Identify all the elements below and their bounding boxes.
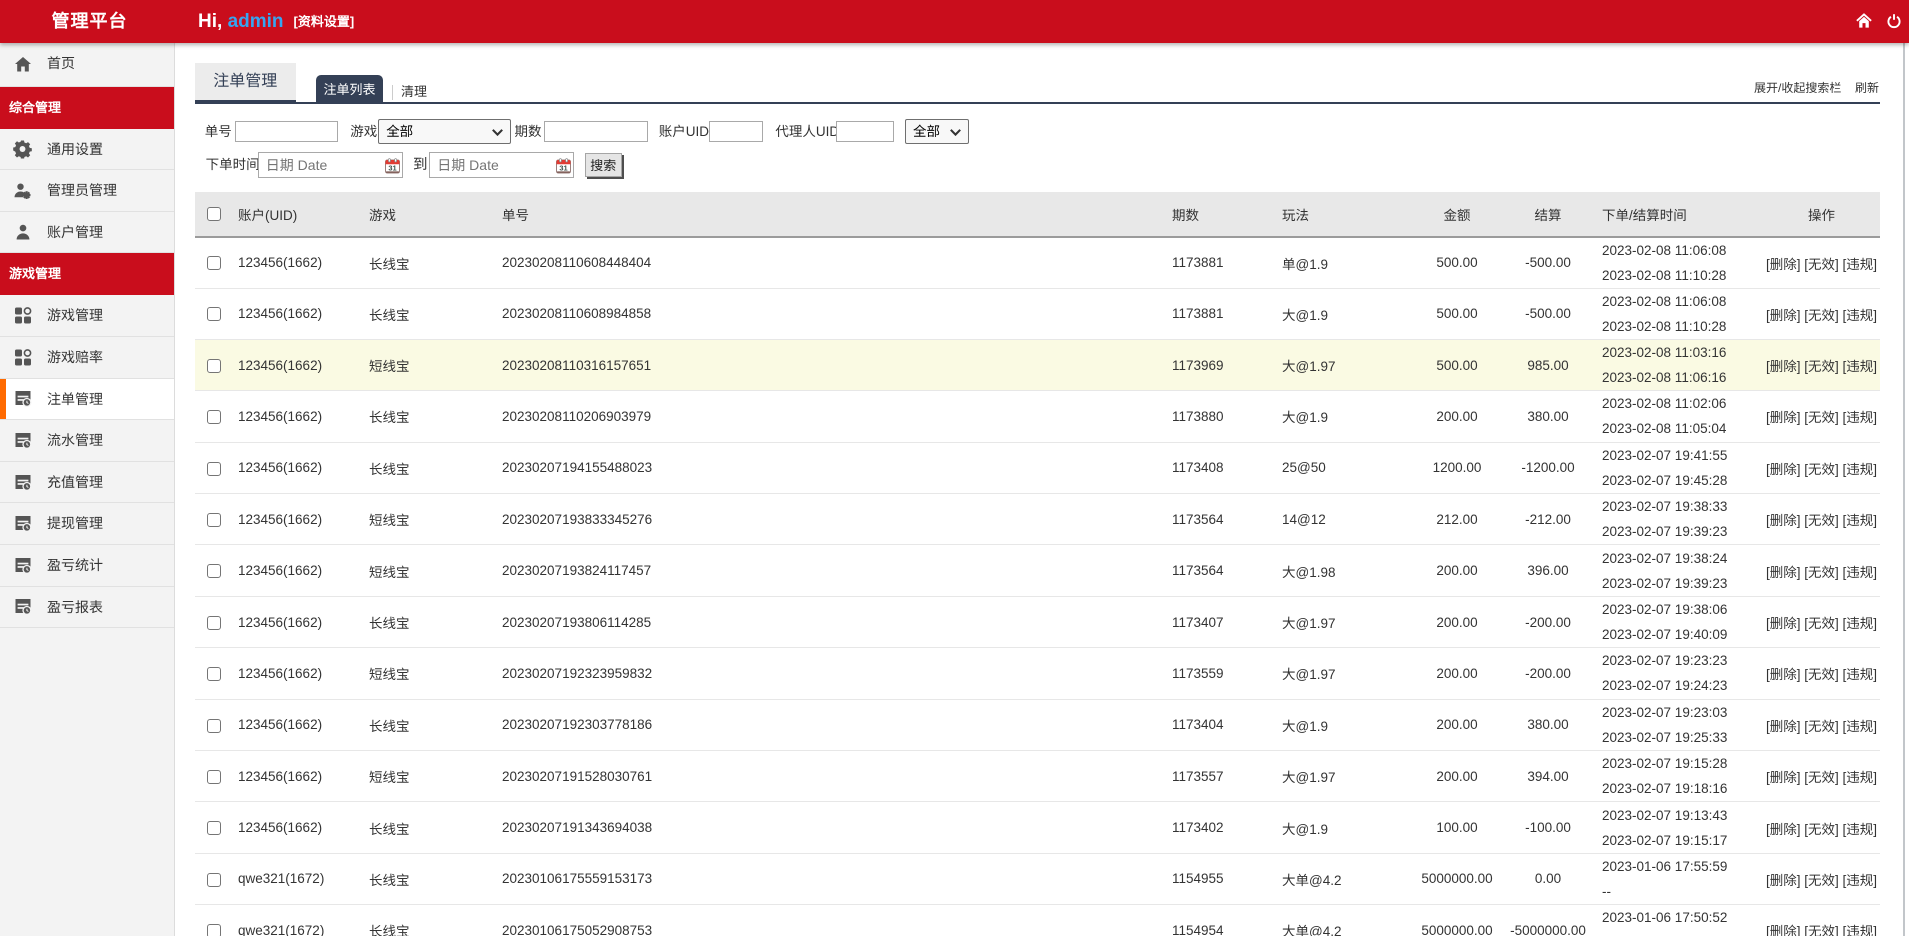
svg-text:31: 31 bbox=[388, 163, 396, 172]
svg-text:31: 31 bbox=[560, 163, 568, 172]
